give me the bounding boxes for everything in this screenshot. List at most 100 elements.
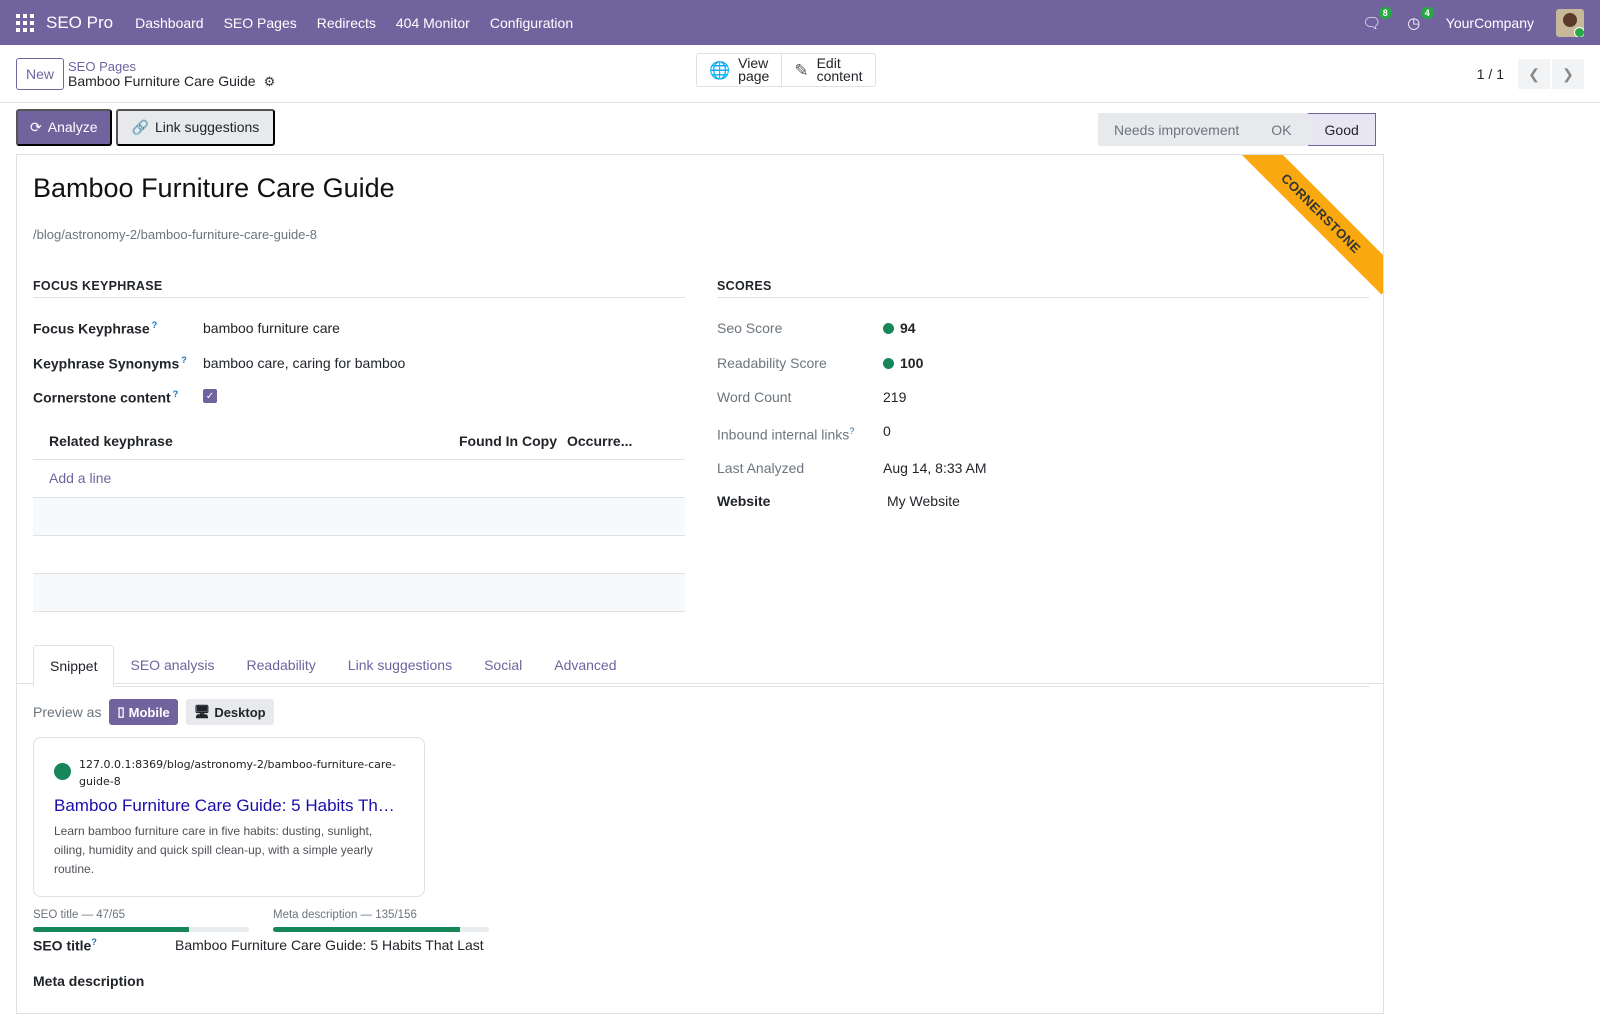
menu-seo-pages[interactable]: SEO Pages <box>224 15 297 31</box>
breadcrumb-current: Bamboo Furniture Care Guide ⚙ <box>68 72 276 89</box>
chevron-right-icon[interactable]: ❯ <box>1552 59 1584 89</box>
last-analyzed-label: Last Analyzed <box>717 459 805 476</box>
related-keyphrases-table: Related keyphrase Found In Copy Occurre.… <box>33 424 685 612</box>
col-occurrences[interactable]: Occurre... <box>567 433 632 449</box>
seo-title-meter-fill <box>33 927 190 932</box>
snippet-title: Bamboo Furniture Care Guide: 5 Habits Th… <box>54 796 404 815</box>
focus-group-title: FOCUS KEYPHRASE <box>33 279 685 298</box>
col-related-keyphrase[interactable]: Related keyphrase <box>49 433 459 449</box>
synonyms-field[interactable]: bamboo care, caring for bamboo <box>203 355 405 371</box>
scores-group: SCORES Seo Score 94 Readability Score 10… <box>717 279 1369 512</box>
scores-group-title: SCORES <box>717 279 1369 298</box>
edit-content-line2: content <box>816 68 863 84</box>
meta-desc-meter-label: Meta description — 135/156 <box>273 909 417 921</box>
word-count-label: Word Count <box>717 389 792 405</box>
mobile-toggle[interactable]: ▯ Mobile <box>109 699 178 725</box>
link-icon: 🔗 <box>131 118 149 135</box>
inbound-links-label: Inbound internal links? <box>717 426 855 443</box>
top-navbar: SEO Pro Dashboard SEO Pages Redirects 40… <box>0 0 1600 45</box>
pencil-icon: ✎ <box>794 60 809 80</box>
seo-title-row: SEO title? Bamboo Furniture Care Guide: … <box>33 937 484 954</box>
form-sheet: CORNERSTONE Bamboo Furniture Care Guide … <box>16 154 1384 1014</box>
snippet-description: Learn bamboo furniture care in five habi… <box>54 824 373 876</box>
form-statusbar: ⟳ Analyze 🔗 Link suggestions Needs impro… <box>0 103 1600 151</box>
focus-keyphrase-group: FOCUS KEYPHRASE Focus Keyphrase? bamboo … <box>33 279 685 612</box>
status-dot-icon <box>883 358 894 369</box>
messages-badge: 8 <box>1378 6 1392 19</box>
apps-menu-icon[interactable] <box>16 13 34 32</box>
mobile-icon: ▯ <box>117 704 125 719</box>
stage-needs-improvement[interactable]: Needs improvement <box>1098 113 1264 146</box>
meta-desc-meter-fill <box>273 927 460 932</box>
table-row <box>33 497 685 536</box>
company-switcher[interactable]: YourCompany <box>1446 15 1534 31</box>
notebook-tabs: Snippet SEO analysis Readability Link su… <box>33 645 1369 687</box>
tab-seo-analysis[interactable]: SEO analysis <box>114 645 230 686</box>
readability-label: Readability Score <box>717 355 827 371</box>
page-title[interactable]: Bamboo Furniture Care Guide <box>33 173 395 204</box>
table-row <box>33 536 685 574</box>
tab-advanced[interactable]: Advanced <box>538 645 632 686</box>
add-line-link[interactable]: Add a line <box>49 470 111 486</box>
word-count-value: 219 <box>883 389 907 405</box>
seo-score-value: 94 <box>883 318 916 339</box>
menu-configuration[interactable]: Configuration <box>490 15 573 31</box>
seo-title-field[interactable]: Bamboo Furniture Care Guide: 5 Habits Th… <box>175 937 484 954</box>
activities-badge: 4 <box>1420 6 1434 19</box>
status-dot-icon <box>883 323 894 334</box>
menu-404-monitor[interactable]: 404 Monitor <box>396 15 470 31</box>
length-meters: SEO title — 47/65 Meta description — 135… <box>33 909 489 932</box>
edit-content-button[interactable]: ✎ Edit content <box>781 54 874 86</box>
chevron-left-icon[interactable]: ❮ <box>1518 59 1550 89</box>
tab-readability[interactable]: Readability <box>231 645 332 686</box>
status-bar: Needs improvement OK Good <box>1098 113 1376 146</box>
tab-link-suggestions[interactable]: Link suggestions <box>332 645 468 686</box>
activities-icon[interactable]: ◷ 4 <box>1404 6 1434 33</box>
cornerstone-label: Cornerstone content? <box>33 389 179 406</box>
analyze-label: Analyze <box>47 119 98 135</box>
website-label: Website <box>717 492 771 509</box>
desktop-toggle[interactable]: 🖥 Desktop <box>185 699 274 725</box>
site-favicon-icon <box>54 763 71 780</box>
breadcrumb-current-label: Bamboo Furniture Care Guide <box>68 72 256 89</box>
seo-title-meter-label: SEO title — 47/65 <box>33 909 126 921</box>
readability-value: 100 <box>883 353 923 374</box>
analyze-button[interactable]: ⟳ Analyze <box>16 108 112 146</box>
table-row <box>33 573 685 612</box>
user-avatar[interactable] <box>1556 8 1584 37</box>
breadcrumb-parent[interactable]: SEO Pages <box>68 59 275 74</box>
inbound-links-value: 0 <box>883 423 891 439</box>
meta-description-label: Meta description <box>33 973 145 989</box>
messages-icon[interactable]: 🗨 8 <box>1362 6 1392 33</box>
menu-dashboard[interactable]: Dashboard <box>135 15 204 31</box>
col-found-in-copy[interactable]: Found In Copy <box>459 433 567 449</box>
preview-as-label: Preview as <box>33 704 102 720</box>
view-page-line2: page <box>738 68 770 84</box>
website-field[interactable]: My Website <box>887 491 960 512</box>
tab-snippet[interactable]: Snippet <box>33 645 115 687</box>
search-snippet-preview: 127.0.0.1:8369/blog/astronomy-2/bamboo-f… <box>33 737 425 897</box>
breadcrumb: SEO Pages Bamboo Furniture Care Guide ⚙ <box>68 59 275 89</box>
pager: 1 / 1 ❮ ❯ <box>1477 59 1584 89</box>
last-analyzed-value: Aug 14, 8:33 AM <box>883 459 987 476</box>
new-button[interactable]: New <box>16 57 65 90</box>
cornerstone-checkbox[interactable]: ✓ <box>203 389 217 404</box>
link-suggestions-label: Link suggestions <box>154 119 260 135</box>
app-name[interactable]: SEO Pro <box>46 13 113 33</box>
link-suggestions-button[interactable]: 🔗 Link suggestions <box>115 108 276 146</box>
stage-good[interactable]: Good <box>1307 113 1376 146</box>
preview-toggle: Preview as ▯ Mobile 🖥 Desktop <box>33 699 274 725</box>
seo-score-label: Seo Score <box>717 320 783 336</box>
menu-redirects[interactable]: Redirects <box>317 15 376 31</box>
tab-social[interactable]: Social <box>468 645 538 686</box>
focus-keyphrase-field[interactable]: bamboo furniture care <box>203 320 340 336</box>
desktop-icon: 🖥 <box>193 704 211 719</box>
smart-buttons: 🌐 View page ✎ Edit content <box>696 53 876 87</box>
refresh-icon: ⟳ <box>30 118 42 135</box>
focus-keyphrase-label: Focus Keyphrase? <box>33 320 158 337</box>
gear-icon[interactable]: ⚙ <box>264 74 276 89</box>
view-page-button[interactable]: 🌐 View page <box>697 54 781 86</box>
seo-title-label: SEO title? <box>33 937 97 954</box>
pager-value[interactable]: 1 / 1 <box>1477 66 1504 82</box>
cornerstone-ribbon: CORNERSTONE <box>1240 155 1383 295</box>
